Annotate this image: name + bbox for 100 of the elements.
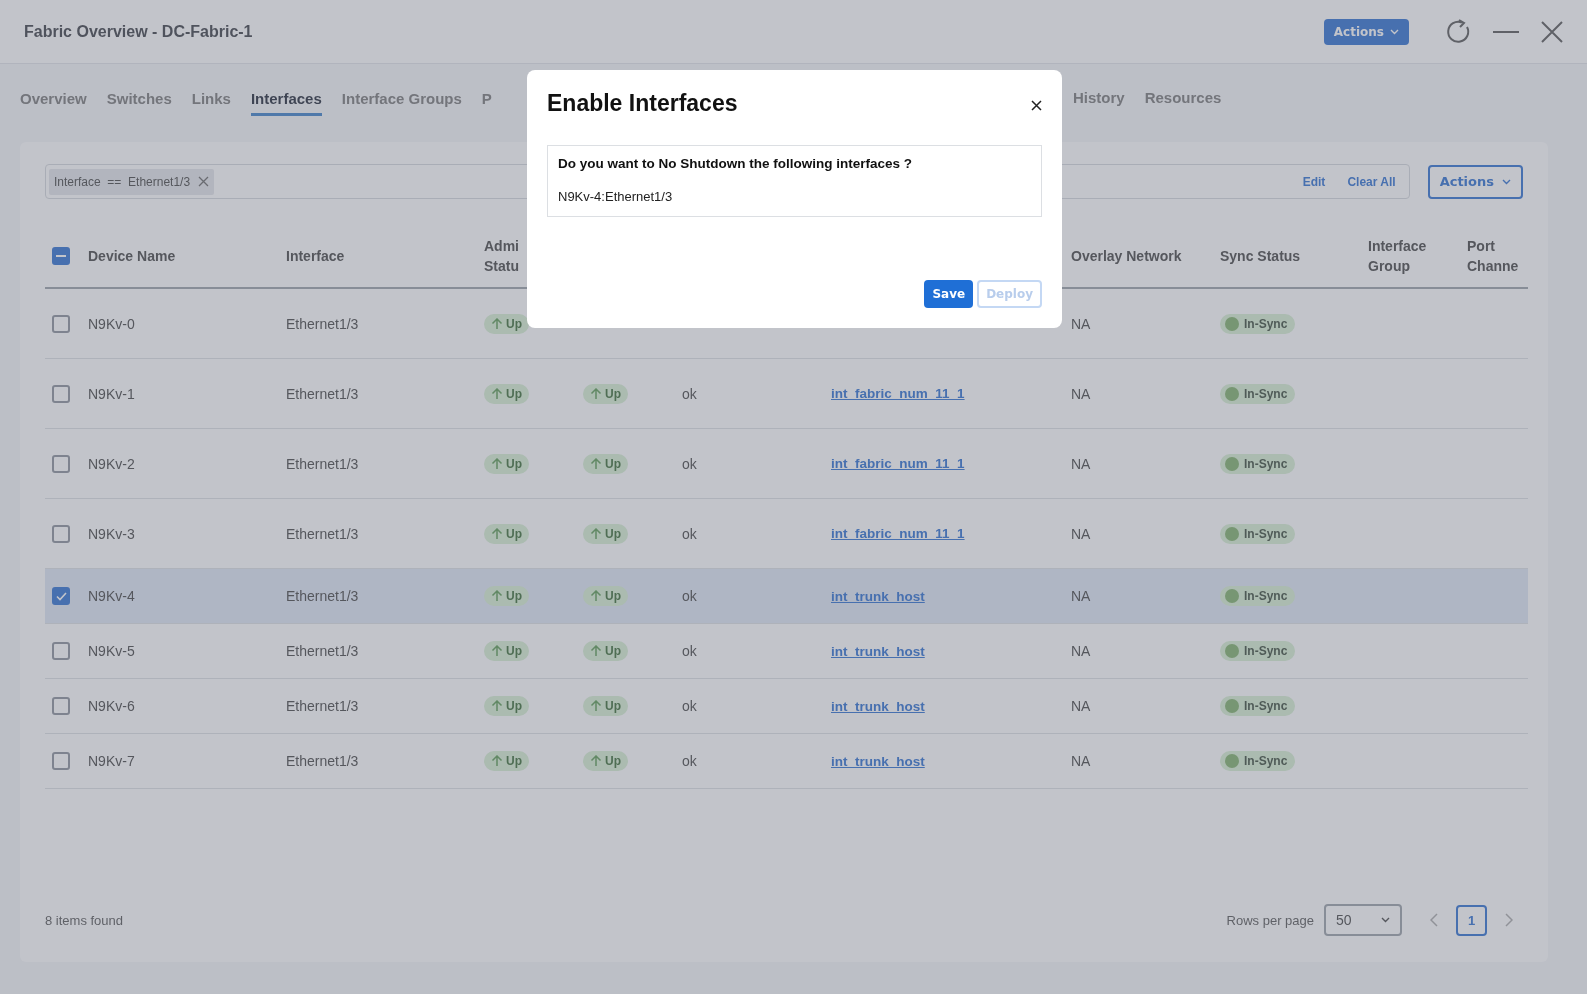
device-name: N9Kv-5	[88, 643, 135, 659]
policy-link[interactable]: int_fabric_num_11_1	[831, 386, 965, 401]
interface-name: Ethernet1/3	[286, 525, 359, 542]
oper-status-badge: Up	[583, 453, 628, 474]
refresh-icon[interactable]	[1445, 18, 1471, 45]
dash-icon	[56, 255, 66, 257]
admin-status-badge: Up	[484, 641, 529, 661]
tab[interactable]: Interfaces	[250, 90, 322, 116]
status-dot	[1225, 699, 1239, 713]
admin-status-badge: Up	[484, 383, 529, 404]
clear-all-link[interactable]: Clear All	[1347, 174, 1396, 189]
policy-link[interactable]: int_trunk_host	[831, 698, 925, 714]
arrow-up-icon	[491, 457, 503, 470]
row-checkbox[interactable]	[52, 454, 70, 473]
oper-status-badge: Up	[583, 641, 628, 661]
filter-chip[interactable]: Interface == Ethernet1/3	[49, 168, 215, 195]
row-checkbox[interactable]	[52, 752, 70, 770]
tab[interactable]: Switches	[106, 90, 172, 116]
interface-name: Ethernet1/3	[286, 385, 359, 402]
column-header: Interface	[286, 247, 345, 266]
chevron-down-icon	[1390, 28, 1399, 35]
actions-button[interactable]: Actions	[1323, 18, 1409, 45]
status-dot	[1225, 644, 1239, 658]
table-row[interactable]: N9Kv-5 Ethernet1/3 Up Up ok int_trunk_host NA In-Sync	[45, 624, 1528, 679]
row-checkbox[interactable]	[52, 314, 70, 333]
reason-text: ok	[682, 385, 697, 402]
status-dot	[1225, 754, 1239, 768]
overlay-network: NA	[1071, 698, 1091, 714]
arrow-up-icon	[590, 387, 602, 400]
policy-link[interactable]: int_trunk_host	[831, 753, 925, 769]
interface-name: Ethernet1/3	[286, 698, 359, 714]
overlay-network: NA	[1071, 315, 1091, 332]
arrow-up-icon	[590, 457, 602, 470]
reason-text: ok	[682, 455, 697, 472]
policy-link[interactable]: int_fabric_num_11_1	[831, 456, 965, 471]
sync-status-badge: In-Sync	[1220, 523, 1296, 544]
rows-per-page-select[interactable]: 50	[1324, 904, 1402, 936]
sync-status-badge: In-Sync	[1220, 313, 1296, 334]
oper-status-badge: Up	[583, 696, 628, 716]
sync-status-badge: In-Sync	[1220, 696, 1296, 716]
arrow-up-icon	[590, 645, 602, 657]
overlay-network: NA	[1071, 455, 1091, 472]
reason-text: ok	[682, 643, 697, 659]
policy-link[interactable]: int_fabric_num_11_1	[831, 526, 965, 541]
dialog-question: Do you want to No Shutdown the following interfaces ?	[558, 156, 913, 171]
status-dot	[1225, 526, 1239, 541]
reason-text: ok	[682, 698, 697, 714]
minimize-icon[interactable]	[1493, 29, 1519, 34]
admin-status-badge: Up	[484, 313, 529, 334]
device-name: N9Kv-6	[88, 698, 135, 714]
column-header: Admi Statu	[484, 237, 520, 276]
tab[interactable]: Resources	[1144, 89, 1222, 115]
chevron-down-icon	[1381, 917, 1390, 923]
admin-status-badge: Up	[484, 586, 529, 606]
policy-link[interactable]: int_trunk_host	[831, 643, 925, 659]
arrow-up-icon	[491, 645, 503, 657]
device-name: N9Kv-7	[88, 753, 135, 769]
previous-page-icon[interactable]	[1430, 913, 1438, 927]
items-count: 8 items found	[45, 912, 124, 928]
admin-status-badge: Up	[484, 453, 529, 474]
page-title: Fabric Overview - DC-Fabric-1	[24, 22, 254, 41]
close-icon[interactable]	[1031, 100, 1042, 111]
arrow-up-icon	[491, 590, 503, 602]
reason-text: ok	[682, 753, 697, 769]
edit-link[interactable]: Edit	[1302, 174, 1326, 189]
row-checkbox[interactable]	[52, 642, 70, 660]
table-row[interactable]: N9Kv-1 Ethernet1/3 Up Up ok int_fabric_num_11_1 NA In-Sync	[45, 359, 1528, 429]
arrow-up-icon	[491, 755, 503, 767]
table-row[interactable]: N9Kv-6 Ethernet1/3 Up Up ok int_trunk_host NA In-Sync	[45, 679, 1528, 734]
policy-link[interactable]: int_trunk_host	[831, 588, 925, 604]
device-name: N9Kv-3	[88, 525, 135, 542]
sync-status-badge: In-Sync	[1220, 383, 1296, 404]
reason-text: ok	[682, 525, 697, 542]
table-row[interactable]: N9Kv-2 Ethernet1/3 Up Up ok int_fabric_num_11_1 NA In-Sync	[45, 429, 1528, 499]
arrow-up-icon	[491, 387, 503, 400]
page-button[interactable]: 1	[1456, 904, 1487, 936]
arrow-up-icon	[590, 755, 602, 767]
table-row[interactable]: N9Kv-4 Ethernet1/3 Up Up ok int_trunk_host NA In-Sync	[45, 569, 1528, 624]
admin-status-badge: Up	[484, 696, 529, 716]
check-icon	[55, 591, 67, 601]
admin-status-badge: Up	[484, 751, 529, 771]
tab[interactable]: Links	[191, 90, 231, 116]
row-checkbox[interactable]	[52, 697, 70, 715]
status-dot	[1225, 386, 1239, 401]
oper-status-badge: Up	[583, 586, 628, 606]
device-name: N9Kv-1	[88, 385, 135, 402]
row-checkbox[interactable]	[52, 524, 70, 543]
actions-button[interactable]: Actions	[1427, 164, 1523, 199]
row-checkbox[interactable]	[52, 384, 70, 403]
tab[interactable]: Interface Groups	[341, 90, 462, 116]
select-all-checkbox[interactable]	[52, 247, 70, 265]
next-page-icon[interactable]	[1505, 913, 1513, 927]
tab[interactable]: P	[481, 90, 492, 116]
save-button[interactable]: Save	[924, 280, 974, 308]
table-row[interactable]: N9Kv-7 Ethernet1/3 Up Up ok int_trunk_host NA In-Sync	[45, 734, 1528, 789]
tab[interactable]: History	[1073, 89, 1125, 115]
sync-status-badge: In-Sync	[1220, 641, 1296, 661]
interface-name: Ethernet1/3	[286, 455, 359, 472]
tab[interactable]: Overview	[20, 90, 87, 116]
row-checkbox[interactable]	[52, 587, 70, 605]
